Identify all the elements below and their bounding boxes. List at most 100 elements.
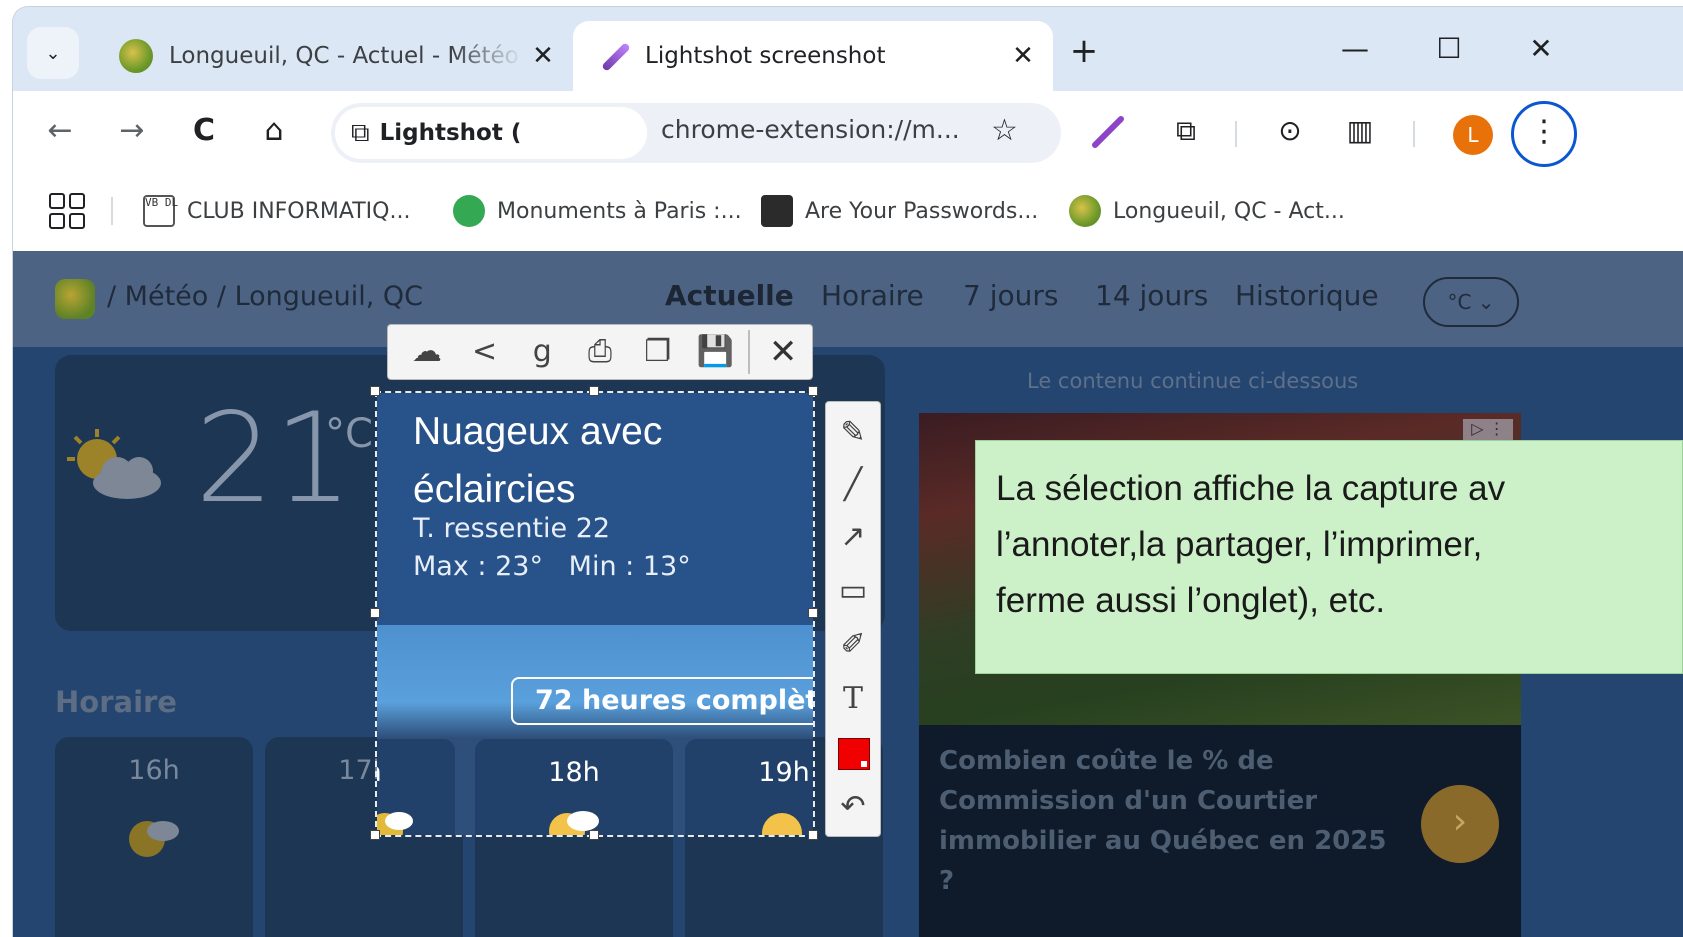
share-icon[interactable]: <: [456, 327, 514, 377]
bookmark-club-informatique[interactable]: VB DL CLUB INFORMATIQ...: [143, 195, 410, 227]
site-header: / Météo / Longueuil, QC Actuelle Horaire…: [13, 251, 1683, 347]
partly-cloudy-icon: [67, 429, 161, 499]
explanation-callout: La sélection affiche la capture av l’ann…: [975, 440, 1683, 674]
tab-meteo[interactable]: Longueuil, QC - Actuel - Météo ✕: [105, 21, 573, 91]
lightshot-selection-area[interactable]: Nuageux avec éclaircies T. ressentie 22 …: [375, 391, 815, 837]
marker-icon[interactable]: ✐: [826, 620, 880, 670]
72-hours-button[interactable]: 72 heures complètes: [511, 677, 813, 725]
tab-lightshot[interactable]: Lightshot screenshot ✕: [573, 21, 1053, 91]
passwords-site-icon: [761, 195, 793, 227]
apps-grid-icon[interactable]: [49, 193, 85, 229]
resize-handle[interactable]: [589, 830, 599, 840]
hour-card[interactable]: 16h: [55, 737, 253, 937]
reload-button[interactable]: C: [181, 109, 227, 155]
bookmark-passwords[interactable]: Are Your Passwords...: [761, 195, 1038, 227]
url-text[interactable]: chrome-extension://m...: [661, 115, 960, 144]
line-icon[interactable]: ╱: [826, 460, 880, 510]
rectangle-icon[interactable]: ▭: [826, 566, 880, 616]
max-min-temps: Max : 23° Min : 13°: [413, 551, 691, 582]
lightshot-drawing-toolbar: ✎ ╱ ↗ ▭ ✐ T ↶: [825, 401, 881, 837]
close-tab-icon[interactable]: ✕: [1003, 41, 1043, 71]
bookmark-label: CLUB INFORMATIQ...: [187, 198, 411, 224]
site-logo-icon[interactable]: [55, 279, 95, 319]
hour-label: 19h: [758, 757, 810, 788]
moon-cloud-icon: [377, 812, 413, 835]
new-tab-button[interactable]: +: [1061, 29, 1107, 75]
browser-toolbar: ← → C ⌂ ⧉ Lightshot ( chrome-extension:/…: [13, 91, 1683, 173]
club-logo-icon: VB DL: [143, 195, 178, 227]
close-icon[interactable]: ✕: [754, 327, 812, 377]
lightshot-extension-icon[interactable]: [1085, 109, 1131, 155]
close-tab-icon[interactable]: ✕: [523, 41, 563, 71]
bookmark-monuments-paris[interactable]: Monuments à Paris :...: [453, 195, 742, 227]
resize-handle[interactable]: [370, 608, 380, 618]
sun-icon: [762, 813, 802, 835]
nav-7-jours[interactable]: 7 jours: [963, 279, 1058, 312]
text-tool-icon[interactable]: T: [826, 674, 880, 724]
copy-icon[interactable]: ❐: [629, 327, 687, 377]
tripadvisor-owl-icon: [453, 195, 485, 227]
lightshot-feather-icon: [595, 39, 629, 73]
moon-cloud-icon: [129, 821, 179, 857]
lightshot-action-toolbar: ☁ < g ⎙ ❐ 💾 ✕: [387, 324, 813, 380]
toolbar-divider: [1235, 121, 1237, 147]
back-button[interactable]: ←: [37, 109, 83, 155]
hour-label: 18h: [548, 757, 600, 788]
weather-condition: Nuageux avec éclaircies: [413, 403, 662, 519]
horaire-section-title: Horaire: [55, 685, 177, 719]
bookmark-longueuil-meteo[interactable]: Longueuil, QC - Act...: [1069, 195, 1345, 227]
callout-line: l’annoter,la partager, l’imprimer,: [996, 525, 1483, 564]
resize-handle[interactable]: [808, 830, 818, 840]
callout-line: ferme aussi l’onglet), etc.: [996, 581, 1386, 620]
undo-icon[interactable]: ↶: [826, 782, 880, 832]
nav-actuelle[interactable]: Actuelle: [665, 279, 794, 312]
profile-avatar[interactable]: L: [1453, 115, 1493, 155]
ad-chevron-right-icon[interactable]: ›: [1421, 785, 1499, 863]
nav-horaire[interactable]: Horaire: [821, 279, 924, 312]
breadcrumb[interactable]: / Météo / Longueuil, QC: [107, 281, 423, 312]
resize-handle[interactable]: [370, 830, 380, 840]
forward-button[interactable]: →: [109, 109, 155, 155]
meteo-favicon-icon: [1069, 195, 1101, 227]
save-icon[interactable]: 💾: [687, 327, 745, 377]
temperature-unit: °C: [325, 411, 373, 457]
tab-search-button[interactable]: ⌄: [27, 27, 79, 79]
resize-handle[interactable]: [370, 386, 380, 396]
minimize-button[interactable]: —: [1325, 27, 1385, 73]
unit-toggle[interactable]: °C ⌄: [1423, 277, 1519, 327]
bookmark-label: Monuments à Paris :...: [497, 198, 742, 224]
bookmark-star-icon[interactable]: ☆: [991, 113, 1018, 148]
tab-title: Lightshot screenshot: [645, 43, 886, 69]
hour-label: 17h: [377, 757, 455, 788]
site-info-label: Lightshot (: [379, 120, 522, 146]
address-bar[interactable]: ⧉ Lightshot ( chrome-extension://m... ☆: [331, 103, 1061, 163]
resize-handle[interactable]: [808, 386, 818, 396]
condition-line-2: éclaircies: [413, 468, 576, 511]
arrow-icon[interactable]: ↗: [826, 512, 880, 562]
callout-line: La sélection affiche la capture av: [996, 469, 1506, 508]
home-button[interactable]: ⌂: [251, 109, 297, 155]
ad-headline[interactable]: Combien coûte le % de Commission d'un Co…: [939, 741, 1409, 901]
extensions-icon[interactable]: ⧉: [1163, 109, 1209, 155]
nav-historique[interactable]: Historique: [1235, 279, 1379, 312]
nav-14-jours[interactable]: 14 jours: [1095, 279, 1208, 312]
toolbar-divider: [1413, 121, 1415, 147]
resize-handle[interactable]: [808, 608, 818, 618]
browser-menu-button[interactable]: ⋮: [1511, 101, 1577, 167]
close-window-button[interactable]: ✕: [1511, 27, 1571, 73]
google-search-icon[interactable]: g: [513, 327, 571, 377]
maximize-button[interactable]: ☐: [1419, 27, 1479, 73]
feels-like: T. ressentie 22: [413, 513, 611, 544]
site-info-chip[interactable]: ⧉ Lightshot (: [335, 107, 647, 159]
pen-icon[interactable]: ✎: [826, 408, 880, 458]
bookmarks-bar: VB DL CLUB INFORMATIQ... Monuments à Par…: [13, 173, 1683, 251]
upload-cloud-icon[interactable]: ☁: [398, 327, 456, 377]
google-lens-icon[interactable]: ⊙: [1267, 109, 1313, 155]
bookmarks-divider: [111, 197, 113, 225]
color-picker-swatch[interactable]: [838, 738, 870, 770]
hour-label: 16h: [128, 755, 180, 786]
resize-handle[interactable]: [589, 386, 599, 396]
print-icon[interactable]: ⎙: [571, 327, 629, 377]
condition-line-1: Nuageux avec: [413, 410, 663, 453]
reading-mode-icon[interactable]: ▥: [1337, 109, 1383, 155]
